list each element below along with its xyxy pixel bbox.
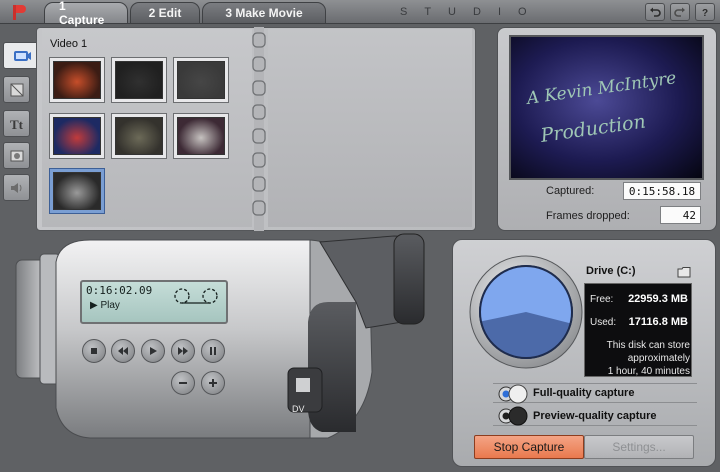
album-page-right xyxy=(268,29,472,227)
redo-icon[interactable] xyxy=(670,3,690,21)
album-title: Video 1 xyxy=(50,38,88,50)
album-spiral-binding xyxy=(250,27,268,231)
tab-capture[interactable]: 1 Capture xyxy=(44,0,128,27)
clip-thumbnail[interactable] xyxy=(49,168,105,214)
stop-capture-button[interactable]: Stop Capture xyxy=(474,435,584,459)
clip-thumbnail[interactable] xyxy=(173,57,229,103)
free-label: Free: xyxy=(590,294,614,305)
camcorder-status: ▶ Play xyxy=(90,300,120,311)
free-value: 22959.3 MB xyxy=(628,293,688,305)
titles-tool-icon[interactable]: Tt xyxy=(3,110,30,137)
svg-text:?: ? xyxy=(702,8,708,18)
full-quality-toggle[interactable] xyxy=(497,384,529,407)
pinnacle-logo-icon[interactable] xyxy=(10,3,28,21)
camcorder-timecode: 0:16:02.09 xyxy=(86,284,153,297)
clip-thumbnail[interactable] xyxy=(49,113,105,159)
jog-forward-button[interactable] xyxy=(201,371,225,395)
preview-quality-label: Preview-quality capture xyxy=(533,409,657,422)
preview-quality-toggle[interactable] xyxy=(497,406,529,429)
preview-quality-capture-option[interactable]: Preview-quality capture xyxy=(493,406,697,426)
frames-dropped-value: 42 xyxy=(660,206,701,224)
tab-make-movie[interactable]: 3 Make Movie xyxy=(202,2,326,23)
captured-time-value: 0:15:58.18 xyxy=(623,182,701,200)
undo-icon[interactable] xyxy=(645,3,665,21)
clip-image xyxy=(115,61,163,99)
dv-port-label: DV xyxy=(292,404,305,414)
jog-back-button[interactable] xyxy=(171,371,195,395)
svg-text:Tt: Tt xyxy=(10,117,24,132)
note-line: This disk can store xyxy=(606,340,690,351)
note-line: 1 hour, 40 minutes xyxy=(607,366,690,377)
used-value: 17116.8 MB xyxy=(628,316,688,328)
clip-image xyxy=(53,61,101,99)
studio-wordmark: STUDIO xyxy=(400,6,544,18)
disk-space-gauge xyxy=(468,254,584,370)
used-label: Used: xyxy=(590,317,617,328)
clip-thumbnail[interactable] xyxy=(111,57,167,103)
camcorder-controller xyxy=(10,232,440,464)
captured-label: Captured: xyxy=(546,185,595,197)
capture-preview-screen: A Kevin McIntyre Production xyxy=(509,35,704,180)
play-button[interactable] xyxy=(141,339,165,363)
preview-title-line1: A Kevin McIntyre xyxy=(524,68,678,109)
preview-title-line2: Production xyxy=(538,110,647,147)
sound-effects-tool-icon[interactable] xyxy=(3,174,30,201)
clip-image xyxy=(53,172,101,210)
drive-label: Drive (C:) xyxy=(586,265,636,277)
help-icon[interactable]: ? xyxy=(695,3,715,21)
video-scenes-tool-icon[interactable] xyxy=(3,42,40,69)
transitions-tool-icon[interactable] xyxy=(3,76,30,103)
tab-edit[interactable]: 2 Edit xyxy=(130,2,200,23)
clip-thumbnail[interactable] xyxy=(49,57,105,103)
clip-thumbnail[interactable] xyxy=(173,113,229,159)
full-quality-label: Full-quality capture xyxy=(533,387,635,399)
clip-thumbnail[interactable] xyxy=(111,113,167,159)
clip-image xyxy=(53,117,101,155)
folder-icon[interactable] xyxy=(677,265,691,283)
stop-button[interactable] xyxy=(82,339,106,363)
note-line: approximately xyxy=(627,353,690,364)
rewind-button[interactable] xyxy=(111,339,135,363)
still-images-tool-icon[interactable] xyxy=(3,142,30,169)
fast-forward-button[interactable] xyxy=(171,339,195,363)
settings-button[interactable]: Settings... xyxy=(584,435,694,459)
clip-image xyxy=(115,117,163,155)
pause-button[interactable] xyxy=(201,339,225,363)
frames-dropped-label: Frames dropped: xyxy=(546,210,630,222)
clip-image xyxy=(177,61,225,99)
full-quality-capture-option[interactable]: Full-quality capture xyxy=(493,383,697,404)
tape-reels-icon xyxy=(172,286,222,311)
clip-image xyxy=(177,117,225,155)
disk-capacity-note: This disk can store approximately 1 hour… xyxy=(586,339,690,378)
